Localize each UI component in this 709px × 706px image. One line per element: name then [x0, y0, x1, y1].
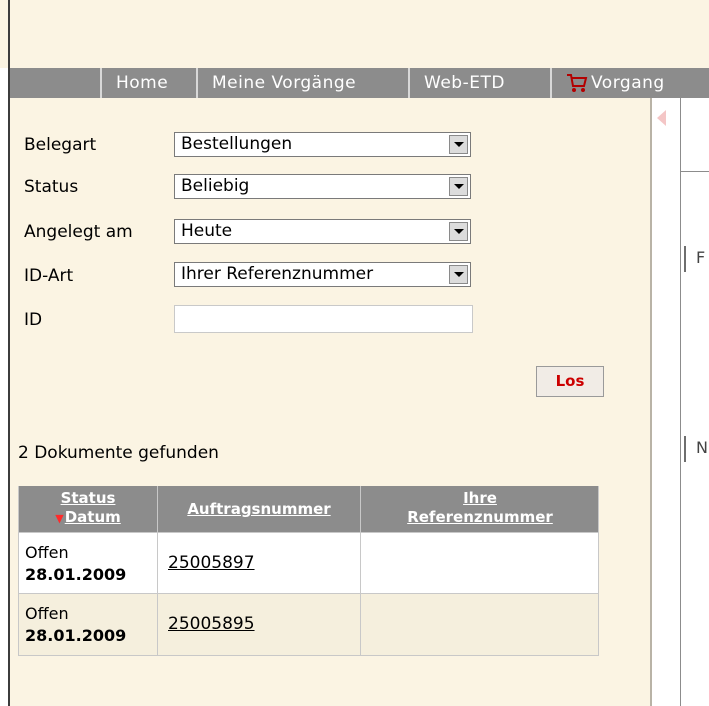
- cell-auftrag: 25005897: [158, 533, 360, 593]
- shopping-cart-icon: [567, 74, 588, 92]
- sort-ref-link[interactable]: Ihre Referenznummer: [407, 489, 553, 526]
- auftrag-link[interactable]: 25005895: [168, 614, 255, 634]
- collapse-left-icon[interactable]: [657, 110, 666, 126]
- nav-meine-vorgaenge[interactable]: Meine Vorgänge: [196, 68, 356, 98]
- idart-label: ID-Art: [24, 266, 74, 286]
- los-button[interactable]: Los: [536, 366, 604, 397]
- status-select[interactable]: Beliebig: [174, 174, 471, 199]
- result-count: 2 Dokumente gefunden: [18, 443, 219, 463]
- angelegt-label: Angelegt am: [24, 222, 133, 242]
- right-content: [680, 98, 709, 706]
- nav-web-etd[interactable]: Web-ETD: [408, 68, 505, 98]
- id-input[interactable]: [174, 305, 473, 333]
- results-table: Status ▼Datum Auftragsnummer Ihre Refere…: [18, 486, 599, 656]
- header-referenznummer: Ihre Referenznummer: [361, 486, 598, 532]
- sort-auftrag-link[interactable]: Auftragsnummer: [187, 500, 330, 518]
- header-auftragsnummer: Auftragsnummer: [158, 486, 360, 532]
- nav-home[interactable]: Home: [100, 68, 168, 98]
- idart-select[interactable]: Ihrer Referenznummer: [174, 262, 471, 287]
- nav-vorgang[interactable]: Vorgang: [550, 68, 665, 98]
- sort-status-link[interactable]: Status: [61, 489, 116, 507]
- cell-status: Offen 28.01.2009: [19, 533, 157, 593]
- belegart-label: Belegart: [24, 135, 97, 155]
- angelegt-select[interactable]: Heute: [174, 219, 471, 244]
- chevron-down-icon[interactable]: [449, 265, 468, 284]
- header-band: [0, 0, 709, 68]
- cell-status: Offen 28.01.2009: [19, 594, 157, 655]
- cell-auftrag: 25005895: [158, 594, 360, 655]
- status-label: Status: [24, 177, 79, 197]
- cell-ref: [361, 533, 598, 593]
- chevron-down-icon[interactable]: [449, 135, 468, 154]
- sort-down-icon: ▼: [55, 512, 64, 525]
- auftrag-link[interactable]: 25005897: [168, 553, 255, 573]
- right-box-f: F: [684, 246, 709, 272]
- right-divider: [680, 171, 709, 172]
- belegart-select[interactable]: Bestellungen: [174, 132, 471, 157]
- cell-ref: [361, 594, 598, 655]
- chevron-down-icon[interactable]: [449, 222, 468, 241]
- header-status-datum: Status ▼Datum: [19, 486, 157, 532]
- table-row: Offen 28.01.2009 25005897: [19, 533, 598, 593]
- table-row: Offen 28.01.2009 25005895: [19, 594, 598, 655]
- sort-datum-link[interactable]: Datum: [65, 508, 121, 526]
- right-box-n: N: [684, 436, 709, 462]
- chevron-down-icon[interactable]: [449, 177, 468, 196]
- top-navigation: Home Meine Vorgänge Web-ETD Vorgang: [10, 68, 709, 98]
- id-label: ID: [24, 310, 43, 330]
